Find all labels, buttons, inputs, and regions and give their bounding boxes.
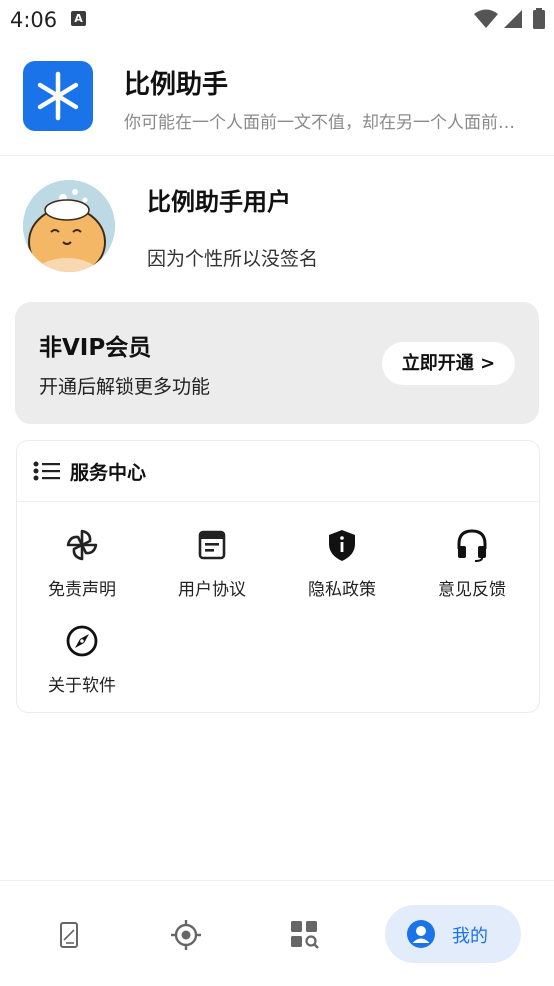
bottom-nav: 我的 — [0, 880, 554, 986]
notification-icon: A — [71, 11, 86, 26]
app-logo — [23, 61, 93, 131]
profile-section[interactable]: 比例助手用户 因为个性所以没签名 — [0, 170, 554, 280]
status-time: 4:06 — [10, 8, 58, 32]
service-center-title: 服务中心 — [70, 462, 147, 484]
phone-ruler-icon — [60, 922, 78, 948]
battery-icon — [533, 8, 545, 29]
service-center-card: 服务中心 免责声明 用户协议 隐私政策 意见反馈 关于软件 — [16, 440, 540, 713]
status-bar: 4:06 A — [0, 0, 554, 40]
compass-icon — [66, 625, 98, 657]
asterisk-icon — [37, 71, 79, 121]
privacy-policy-item[interactable]: 隐私政策 — [277, 527, 407, 607]
app-title: 比例助手 — [124, 70, 229, 100]
app-header: 比例助手 你可能在一个人面前一文不值，却在另一个人面前是无价之宝 — [0, 40, 554, 156]
disclaimer-label: 免责声明 — [48, 580, 116, 600]
user-agreement-item[interactable]: 用户协议 — [147, 527, 277, 607]
avatar-cat-icon — [23, 180, 115, 272]
feedback-item[interactable]: 意见反馈 — [407, 527, 537, 607]
grid-search-icon — [291, 921, 319, 949]
user-agreement-label: 用户协议 — [178, 580, 246, 600]
nav-tab-locate[interactable] — [145, 881, 225, 986]
about-software-item[interactable]: 关于软件 — [17, 623, 147, 703]
app-subtitle: 你可能在一个人面前一文不值，却在另一个人面前是无价之宝 — [124, 113, 529, 133]
about-software-label: 关于软件 — [48, 676, 116, 696]
service-center-header: 服务中心 — [17, 441, 539, 502]
wifi-icon — [474, 9, 498, 28]
nav-tab-mine[interactable]: 我的 — [385, 905, 521, 963]
headset-icon — [457, 529, 487, 562]
target-icon — [171, 920, 201, 950]
vip-title: 非VIP会员 — [39, 335, 152, 361]
nav-tab-tools[interactable] — [30, 881, 110, 986]
user-icon — [407, 920, 435, 948]
avatar[interactable] — [23, 180, 115, 272]
shield-icon — [329, 530, 355, 561]
disclaimer-item[interactable]: 免责声明 — [17, 527, 147, 607]
cell-signal-icon — [504, 10, 522, 28]
vip-card: 非VIP会员 开通后解锁更多功能 立即开通 > — [15, 302, 539, 424]
user-name: 比例助手用户 — [147, 188, 291, 216]
pinwheel-icon — [66, 529, 98, 561]
activate-vip-button[interactable]: 立即开通 > — [382, 342, 515, 385]
nav-tab-browse[interactable] — [262, 881, 342, 986]
vip-description: 开通后解锁更多功能 — [39, 376, 211, 398]
user-signature: 因为个性所以没签名 — [147, 248, 319, 270]
nav-tab-mine-label: 我的 — [452, 926, 488, 947]
privacy-policy-label: 隐私政策 — [308, 580, 376, 600]
document-icon — [198, 530, 226, 560]
feedback-label: 意见反馈 — [438, 580, 506, 600]
list-icon — [33, 461, 60, 481]
